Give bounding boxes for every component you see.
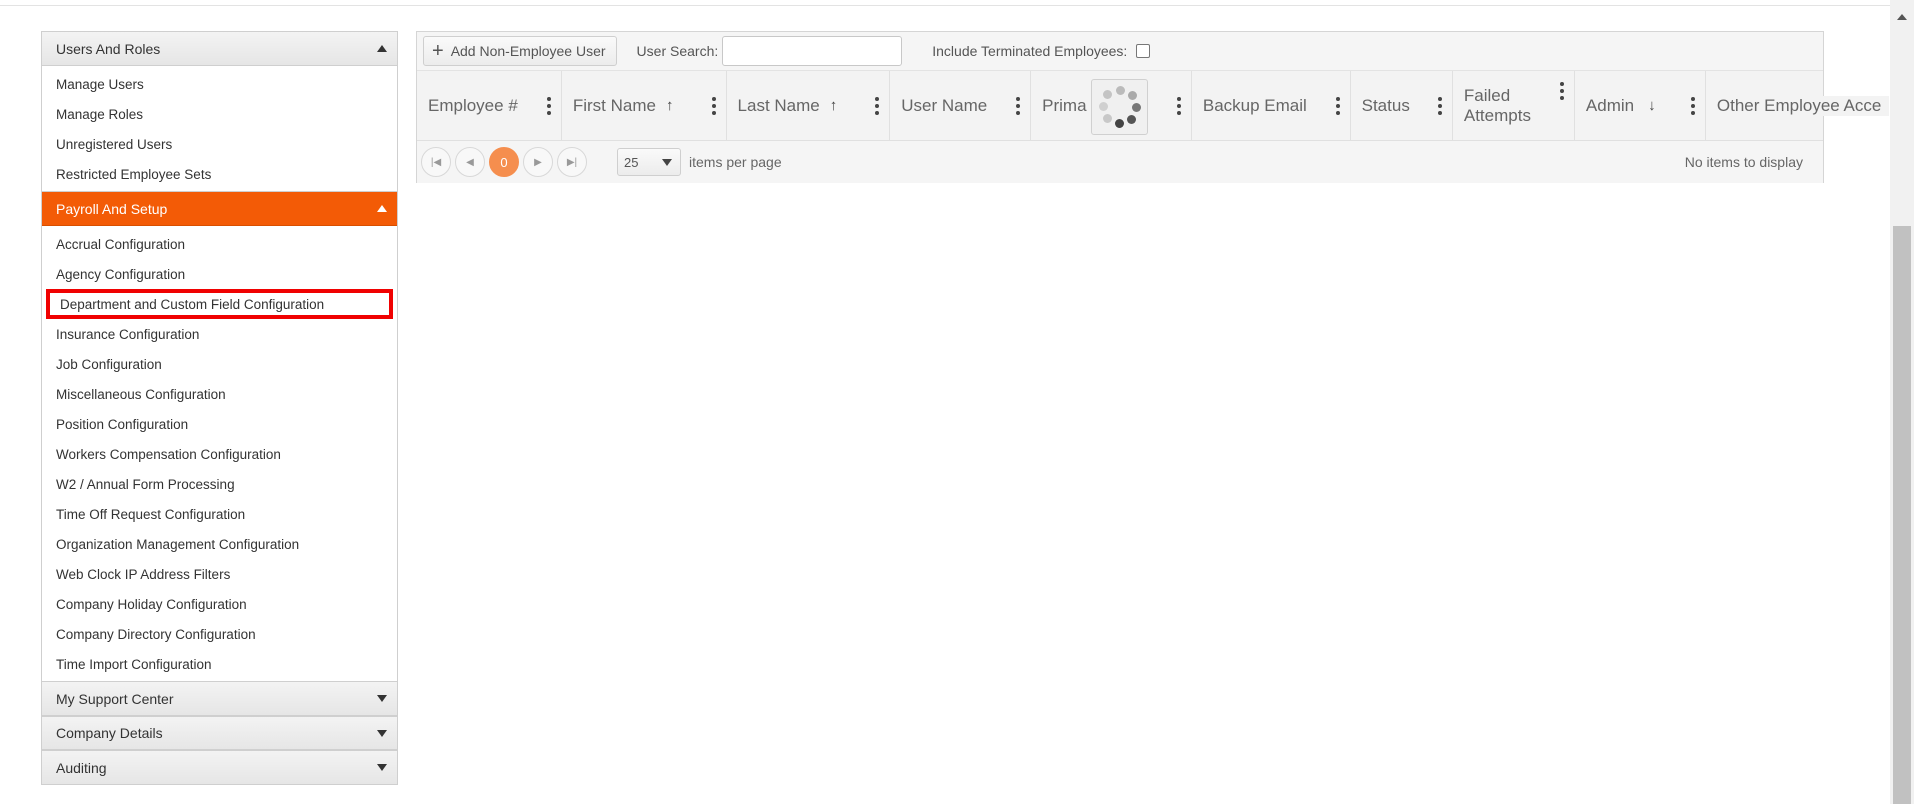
column-label: Failed bbox=[1463, 85, 1511, 105]
sidebar-item-miscellaneous-configuration[interactable]: Miscellaneous Configuration bbox=[42, 379, 397, 409]
sidebar-item-web-clock-ip-address-filters[interactable]: Web Clock IP Address Filters bbox=[42, 559, 397, 589]
expand-down-icon bbox=[377, 764, 387, 771]
section-title: My Support Center bbox=[56, 690, 174, 707]
collapse-up-icon bbox=[377, 45, 387, 52]
items-per-page-label: items per page bbox=[689, 154, 782, 170]
column-menu-icon[interactable] bbox=[1176, 96, 1181, 115]
section-header-my-support-center[interactable]: My Support Center bbox=[42, 682, 397, 716]
sidebar-item-company-holiday-configuration[interactable]: Company Holiday Configuration bbox=[42, 589, 397, 619]
section-items-payroll-and-setup: Accrual Configuration Agency Configurati… bbox=[42, 226, 397, 682]
sort-descending-icon: ↓ bbox=[1648, 97, 1656, 114]
scroll-up-icon[interactable] bbox=[1897, 14, 1907, 20]
column-header-first-name[interactable]: First Name ↑ bbox=[562, 71, 727, 140]
previous-page-icon[interactable]: ◀ bbox=[455, 147, 485, 177]
last-page-icon[interactable]: ▶| bbox=[557, 147, 587, 177]
include-terminated-checkbox[interactable] bbox=[1136, 44, 1151, 58]
sidebar-item-organization-management-configuration[interactable]: Organization Management Configuration bbox=[42, 529, 397, 559]
column-header-backup-email[interactable]: Backup Email bbox=[1192, 71, 1351, 140]
include-terminated-label: Include Terminated Employees: bbox=[932, 43, 1128, 59]
sidebar-item-manage-users[interactable]: Manage Users bbox=[42, 69, 397, 99]
expand-down-icon bbox=[377, 729, 387, 737]
column-menu-icon[interactable] bbox=[1335, 96, 1340, 115]
grid-pager: |◀ ◀ 0 ▶ ▶| 25 items per page No items t… bbox=[417, 141, 1823, 183]
user-search-input[interactable] bbox=[722, 36, 903, 66]
sidebar-item-position-configuration[interactable]: Position Configuration bbox=[42, 409, 397, 439]
sidebar-item-department-custom-field-configuration[interactable]: Department and Custom Field Configuratio… bbox=[46, 289, 393, 319]
column-header-employee-number[interactable]: Employee # bbox=[417, 71, 562, 140]
column-header-other-employee-access[interactable]: Other Employee Acce bbox=[1705, 71, 1889, 140]
expand-down-icon bbox=[377, 695, 387, 702]
loading-spinner bbox=[1091, 79, 1148, 135]
column-menu-icon[interactable] bbox=[1690, 96, 1695, 115]
next-page-icon[interactable]: ▶ bbox=[523, 147, 553, 177]
column-label: Employee # bbox=[428, 95, 518, 115]
sidebar-item-time-import-configuration[interactable]: Time Import Configuration bbox=[42, 649, 397, 679]
sort-ascending-icon: ↑ bbox=[829, 97, 838, 114]
column-label: Status bbox=[1361, 95, 1410, 115]
users-grid: + Add Non-Employee User User Search: Inc… bbox=[416, 31, 1889, 183]
column-menu-icon[interactable] bbox=[711, 96, 716, 115]
column-header-last-name[interactable]: Last Name ↑ bbox=[727, 71, 891, 140]
section-title: Company Details bbox=[56, 725, 163, 741]
sidebar-accordion: Users And Roles Manage Users Manage Role… bbox=[41, 31, 398, 785]
page-scrollbar[interactable] bbox=[1890, 0, 1914, 804]
section-header-payroll-and-setup[interactable]: Payroll And Setup bbox=[42, 192, 397, 226]
plus-icon: + bbox=[432, 40, 444, 62]
column-menu-icon[interactable] bbox=[1016, 96, 1021, 115]
column-label: Admin bbox=[1585, 95, 1635, 115]
column-header-status[interactable]: Status bbox=[1351, 71, 1453, 140]
column-label: Other Employee Acce bbox=[1716, 95, 1889, 116]
add-button-label: Add Non-Employee User bbox=[450, 43, 606, 59]
column-menu-icon[interactable] bbox=[875, 96, 880, 115]
current-page-button[interactable]: 0 bbox=[489, 147, 519, 177]
section-title: Payroll And Setup bbox=[56, 200, 168, 217]
column-label: User Name bbox=[901, 95, 988, 115]
column-header-user-name[interactable]: User Name bbox=[890, 71, 1032, 140]
scrollbar-thumb[interactable] bbox=[1893, 226, 1911, 804]
column-menu-icon[interactable] bbox=[1559, 82, 1564, 100]
sidebar-item-workers-compensation-configuration[interactable]: Workers Compensation Configuration bbox=[42, 439, 397, 469]
user-search-label: User Search: bbox=[636, 43, 719, 59]
section-header-users-and-roles[interactable]: Users And Roles bbox=[42, 32, 397, 66]
sort-ascending-icon: ↑ bbox=[665, 97, 674, 114]
section-items-users-and-roles: Manage Users Manage Roles Unregistered U… bbox=[42, 66, 397, 192]
column-label: Last Name bbox=[737, 95, 820, 115]
column-header-failed-attempts[interactable]: Failed Attempts bbox=[1453, 71, 1575, 140]
pager-status: No items to display bbox=[1684, 154, 1803, 170]
top-border bbox=[0, 0, 1890, 6]
column-label-stack: Failed Attempts bbox=[1464, 86, 1531, 126]
add-non-employee-user-button[interactable]: + Add Non-Employee User bbox=[423, 36, 617, 66]
column-label: Backup Email bbox=[1202, 95, 1307, 115]
sidebar-item-agency-configuration[interactable]: Agency Configuration bbox=[42, 259, 397, 289]
section-header-auditing[interactable]: Auditing bbox=[42, 750, 397, 784]
sidebar-item-manage-roles[interactable]: Manage Roles bbox=[42, 99, 397, 129]
sidebar-item-restricted-employee-sets[interactable]: Restricted Employee Sets bbox=[42, 159, 397, 189]
column-label: Prima bbox=[1042, 95, 1087, 115]
sidebar-item-w2-annual-form-processing[interactable]: W2 / Annual Form Processing bbox=[42, 469, 397, 499]
column-menu-icon[interactable] bbox=[1437, 96, 1442, 115]
items-per-page-value: 25 bbox=[624, 154, 639, 170]
grid-header-row: Employee # First Name ↑ Last Name ↑ User… bbox=[417, 71, 1889, 141]
column-menu-icon[interactable] bbox=[546, 96, 551, 115]
section-title: Auditing bbox=[56, 759, 107, 776]
dropdown-arrow-icon bbox=[662, 158, 672, 166]
collapse-up-icon bbox=[377, 205, 387, 212]
sidebar-item-unregistered-users[interactable]: Unregistered Users bbox=[42, 129, 397, 159]
section-header-company-details[interactable]: Company Details bbox=[42, 716, 397, 750]
column-label-line2: Attempts bbox=[1463, 105, 1531, 125]
sidebar-item-insurance-configuration[interactable]: Insurance Configuration bbox=[42, 319, 397, 349]
section-title: Users And Roles bbox=[56, 40, 161, 57]
column-label: First Name bbox=[572, 95, 656, 115]
sidebar-item-job-configuration[interactable]: Job Configuration bbox=[42, 349, 397, 379]
sidebar-item-accrual-configuration[interactable]: Accrual Configuration bbox=[42, 229, 397, 259]
sidebar-item-company-directory-configuration[interactable]: Company Directory Configuration bbox=[42, 619, 397, 649]
grid-toolbar: + Add Non-Employee User User Search: Inc… bbox=[417, 32, 1823, 71]
column-header-admin[interactable]: Admin ↓ bbox=[1575, 71, 1706, 140]
first-page-icon[interactable]: |◀ bbox=[421, 147, 451, 177]
items-per-page-select[interactable]: 25 bbox=[617, 148, 681, 176]
sidebar-item-time-off-request-configuration[interactable]: Time Off Request Configuration bbox=[42, 499, 397, 529]
